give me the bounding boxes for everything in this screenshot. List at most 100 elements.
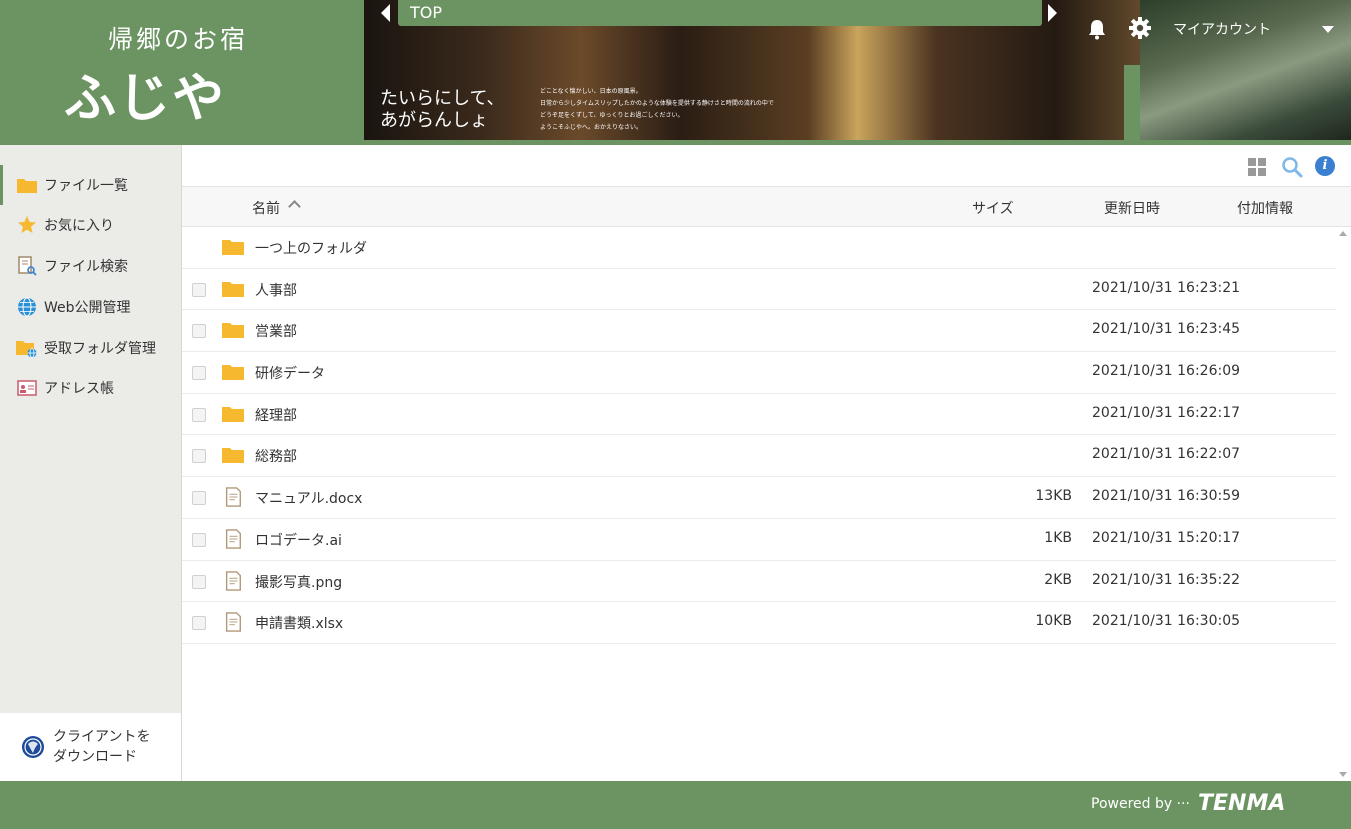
file-modified: 2021/10/31 16:22:07 (1092, 446, 1241, 463)
grid-view-icon[interactable] (1248, 158, 1266, 176)
file-modified: 2021/10/31 16:30:05 (1092, 613, 1241, 630)
folder-icon (222, 323, 244, 339)
file-size: 2KB (1044, 571, 1072, 588)
logo-subtitle: 帰郷のお宿 (108, 25, 249, 54)
table-row[interactable]: ロゴデータ.ai 1KB 2021/10/31 15:20:17 (182, 519, 1336, 561)
table-row[interactable]: 研修データ 2021/10/31 16:26:09 (182, 352, 1336, 394)
banner-caption-line3: どうぞ足をくずして、ゆっくりとお過ごしください。 (540, 112, 684, 119)
sidebar-item-file-search[interactable]: ファイル検索 (0, 246, 181, 286)
file-size: 13KB (1035, 488, 1072, 505)
sidebar-item-label: アドレス帳 (44, 381, 114, 397)
row-checkbox[interactable] (192, 407, 206, 422)
document-icon (225, 612, 241, 632)
sidebar: ファイル一覧 お気に入り ファイル検索 Web公開管理 受取フォルダ管理 アドレ… (0, 145, 182, 781)
sidebar-item-receive-folder[interactable]: 受取フォルダ管理 (0, 328, 181, 368)
table-header: 名前 サイズ 更新日時 付加情報 (182, 187, 1351, 227)
row-checkbox[interactable] (192, 532, 206, 547)
file-modified: 2021/10/31 16:30:59 (1092, 488, 1241, 505)
sidebar-item-web-publish[interactable]: Web公開管理 (0, 287, 181, 327)
banner-caption-line4: ようこそふじやへ。おかえりなさい。 (540, 124, 643, 131)
sidebar-item-file-list[interactable]: ファイル一覧 (0, 165, 181, 205)
row-checkbox[interactable] (192, 616, 206, 631)
file-size: 1KB (1044, 529, 1072, 546)
file-name[interactable]: 撮影写真.png (255, 572, 342, 592)
file-modified: 2021/10/31 16:35:22 (1092, 571, 1241, 588)
file-name[interactable]: 申請書類.xlsx (255, 613, 343, 633)
document-icon (225, 529, 241, 549)
scroll-down-icon[interactable] (1339, 772, 1347, 777)
column-header-name[interactable]: 名前 (252, 198, 280, 218)
toolbar: i (182, 145, 1351, 187)
file-modified: 2021/10/31 16:23:21 (1092, 279, 1241, 296)
file-name[interactable]: 総務部 (255, 446, 297, 466)
scroll-up-icon[interactable] (1339, 231, 1347, 236)
row-checkbox[interactable] (192, 574, 206, 589)
file-modified: 2021/10/31 15:20:17 (1092, 529, 1241, 546)
table-row[interactable]: 営業部 2021/10/31 16:23:45 (182, 310, 1336, 353)
row-checkbox[interactable] (192, 491, 206, 506)
table-row[interactable]: マニュアル.docx 13KB 2021/10/31 16:30:59 (182, 477, 1336, 519)
bell-icon[interactable] (1087, 18, 1107, 40)
folder-icon (222, 281, 244, 297)
globe-icon (16, 297, 38, 317)
table-row[interactable]: 人事部 2021/10/31 16:23:21 (182, 269, 1336, 311)
parent-folder-row[interactable]: 一つ上のフォルダ (182, 227, 1336, 269)
file-name[interactable]: ロゴデータ.ai (255, 530, 342, 550)
banner-caption: どことなく懐かしい、日本の原風景。 日常から少しタイムスリップしたかのような体験… (540, 86, 774, 134)
file-modified: 2021/10/31 16:22:17 (1092, 404, 1241, 421)
file-name[interactable]: 営業部 (255, 321, 297, 341)
file-name[interactable]: 研修データ (255, 363, 325, 383)
file-table-body: 一つ上のフォルダ 人事部 2021/10/31 16:23:21 営業部 202… (182, 227, 1336, 644)
table-row[interactable]: 経理部 2021/10/31 16:22:17 (182, 394, 1336, 436)
download-client-label: クライアントを ダウンロード (53, 727, 150, 767)
sidebar-item-label: ファイル検索 (44, 259, 128, 275)
download-label-line1: クライアントを (53, 729, 151, 745)
table-row[interactable]: 撮影写真.png 2KB 2021/10/31 16:35:22 (182, 561, 1336, 603)
sidebar-item-address-book[interactable]: アドレス帳 (0, 368, 181, 408)
banner-tagline: たいらにして、 あがらんしょ (380, 88, 505, 132)
info-icon[interactable]: i (1315, 156, 1335, 176)
row-checkbox[interactable] (192, 366, 206, 381)
column-header-modified[interactable]: 更新日時 (1104, 198, 1160, 218)
row-checkbox[interactable] (192, 282, 206, 297)
gear-icon[interactable] (1129, 17, 1151, 39)
sidebar-item-favorites[interactable]: お気に入り (0, 205, 181, 245)
banner-tagline-line2: あがらんしょ (380, 110, 488, 131)
logo[interactable]: 帰郷のお宿 ふじや (0, 0, 364, 145)
folder-icon (222, 448, 244, 464)
file-modified: 2021/10/31 16:26:09 (1092, 363, 1241, 380)
row-checkbox[interactable] (192, 449, 206, 464)
footer: Powered by ··· TENMA (0, 781, 1351, 829)
row-checkbox[interactable] (192, 324, 206, 339)
banner-next-arrow-icon[interactable] (1048, 4, 1057, 22)
document-icon (225, 570, 241, 591)
my-account-link[interactable]: マイアカウント (1173, 19, 1271, 39)
file-size: 10KB (1035, 613, 1072, 630)
column-header-size[interactable]: サイズ (972, 198, 1014, 218)
file-name[interactable]: マニュアル.docx (255, 488, 362, 508)
banner-caption-line1: どことなく懐かしい、日本の原風景。 (540, 88, 642, 95)
file-name[interactable]: 経理部 (255, 405, 297, 425)
sidebar-item-label: 受取フォルダ管理 (44, 341, 156, 357)
address-card-icon (16, 378, 38, 398)
top-nav-bar[interactable]: TOP (398, 0, 1042, 26)
chevron-down-icon[interactable] (1322, 26, 1334, 33)
sidebar-item-label: Web公開管理 (44, 300, 131, 316)
sidebar-item-label: お気に入り (44, 218, 114, 234)
column-header-extra[interactable]: 付加情報 (1237, 198, 1293, 218)
folder-icon (16, 175, 38, 195)
top-nav-label: TOP (410, 3, 443, 22)
download-client-button[interactable]: クライアントを ダウンロード (0, 713, 181, 781)
header: 帰郷のお宿 ふじや たいらにして、 あがらんしょ どことなく懐かしい、日本の原風… (0, 0, 1351, 145)
table-row[interactable]: 総務部 2021/10/31 16:22:07 (182, 435, 1336, 478)
banner-divider (1124, 65, 1140, 140)
banner-prev-arrow-icon[interactable] (381, 4, 390, 22)
sort-ascending-icon[interactable] (288, 200, 301, 213)
tenma-logo[interactable]: TENMA (1198, 791, 1285, 816)
vertical-scrollbar[interactable] (1336, 227, 1351, 781)
logo-title: ふじや (64, 69, 227, 129)
file-list-panel: i 名前 サイズ 更新日時 付加情報 一つ上のフォルダ 人事部 2021/10/… (182, 145, 1351, 781)
table-row[interactable]: 申請書類.xlsx 10KB 2021/10/31 16:30:05 (182, 602, 1336, 644)
file-name[interactable]: 人事部 (255, 280, 297, 300)
search-icon[interactable] (1281, 156, 1303, 178)
